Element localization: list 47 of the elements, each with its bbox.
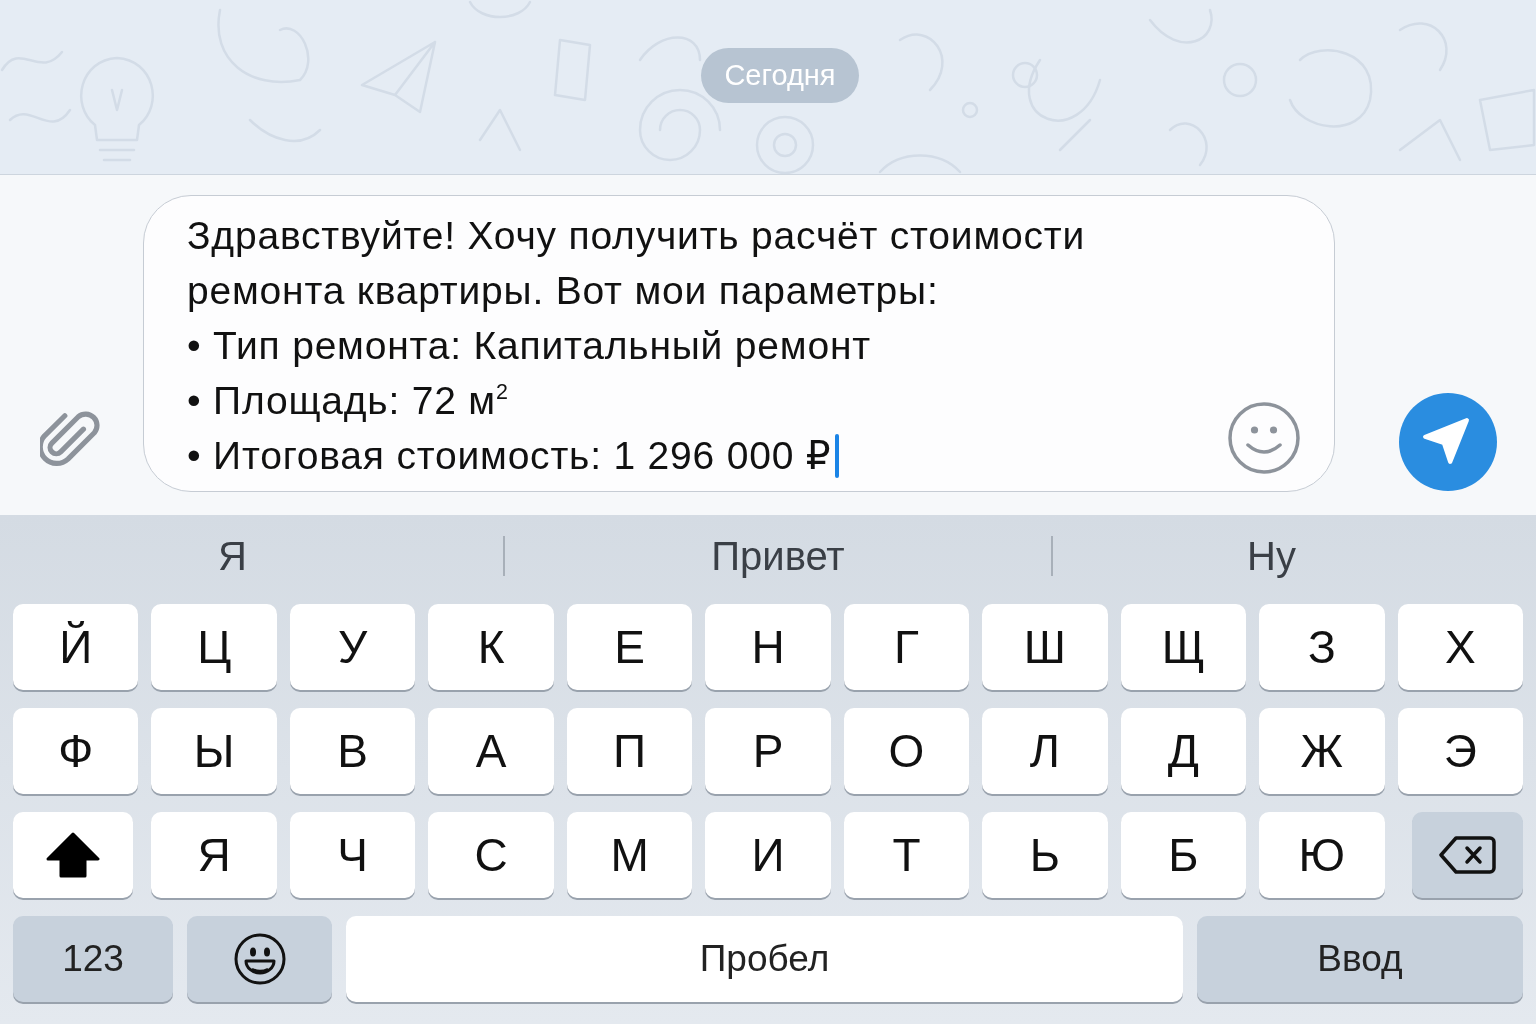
mode-key[interactable]: 123 xyxy=(13,916,173,1002)
date-badge: Сегодня xyxy=(701,48,859,103)
keyboard-key[interactable]: Л xyxy=(982,708,1108,794)
keyboard-key[interactable]: И xyxy=(705,812,831,898)
keyboard-key[interactable]: В xyxy=(289,708,416,794)
keyboard-key[interactable]: З xyxy=(1259,604,1385,690)
keyboard-key[interactable]: Б xyxy=(1120,812,1247,898)
keyboard-key[interactable]: Е xyxy=(566,604,693,690)
keyboard-key[interactable]: Ш xyxy=(982,604,1108,690)
suggestion-item[interactable]: Я xyxy=(218,533,247,579)
keyboard-key[interactable]: Ц xyxy=(151,604,277,690)
keyboard-key[interactable]: Э xyxy=(1397,708,1523,794)
keyboard-key[interactable]: Ф xyxy=(13,708,139,794)
keyboard-key[interactable]: К xyxy=(428,604,554,690)
keyboard-key[interactable]: Ь xyxy=(982,812,1108,898)
keyboard-key[interactable]: П xyxy=(566,708,693,794)
keyboard-key[interactable]: Ы xyxy=(151,708,277,794)
keyboard-key[interactable]: Ж xyxy=(1259,708,1385,794)
space-bar[interactable]: Пробел xyxy=(346,916,1183,1002)
keyboard-key[interactable]: Г xyxy=(843,604,970,690)
keyboard-key[interactable]: Ю xyxy=(1259,812,1385,898)
backspace-icon xyxy=(1439,836,1496,874)
keyboard-key[interactable]: У xyxy=(289,604,416,690)
keyboard-key[interactable]: Т xyxy=(843,812,970,898)
keyboard-key[interactable]: Д xyxy=(1120,708,1247,794)
keyboard-key[interactable]: Х xyxy=(1397,604,1523,690)
grinning-face-icon xyxy=(233,933,286,985)
keyboard-key[interactable]: Щ xyxy=(1120,604,1247,690)
backspace-key[interactable] xyxy=(1412,812,1523,898)
keyboard-key[interactable]: О xyxy=(843,708,970,794)
emoji-key[interactable] xyxy=(187,916,332,1002)
keyboard-key[interactable]: Й xyxy=(13,604,139,690)
keyboard-key[interactable]: М xyxy=(566,812,693,898)
smiley-icon[interactable] xyxy=(1228,402,1300,474)
paper-plane-icon xyxy=(1422,417,1470,465)
keyboard-key[interactable]: Н xyxy=(705,604,831,690)
suggestion-item[interactable]: Привет xyxy=(711,533,845,579)
keyboard-key[interactable]: Я xyxy=(151,812,277,898)
return-key[interactable]: Ввод xyxy=(1197,916,1523,1002)
keyboard-key[interactable]: А xyxy=(428,708,554,794)
shift-key[interactable] xyxy=(13,812,133,898)
suggestion-item[interactable]: Ну xyxy=(1247,533,1296,579)
keyboard-key[interactable]: Ч xyxy=(289,812,416,898)
message-text: Здравствуйте! Хочу получить расчёт стоимости ремонта квартиры. Вот мои параметры: • Тип ремонта: Капитальный ремонт • Площадь: 72 м$^{2}$ • Итоговая стоимость: 1 296 000 ₽ xyxy=(187,214,1086,477)
keyboard-key[interactable]: Р xyxy=(705,708,831,794)
keyboard-key[interactable]: С xyxy=(428,812,554,898)
message-field[interactable]: Здравствуйте! Хочу получить расчёт стоимости ремонта квартиры. Вот мои параметры: • Тип ремонта: Капитальный ремонт • Площадь: 72 м$^{2}$ • Итоговая стоимость: 1 296 000 ₽ xyxy=(143,195,1335,492)
